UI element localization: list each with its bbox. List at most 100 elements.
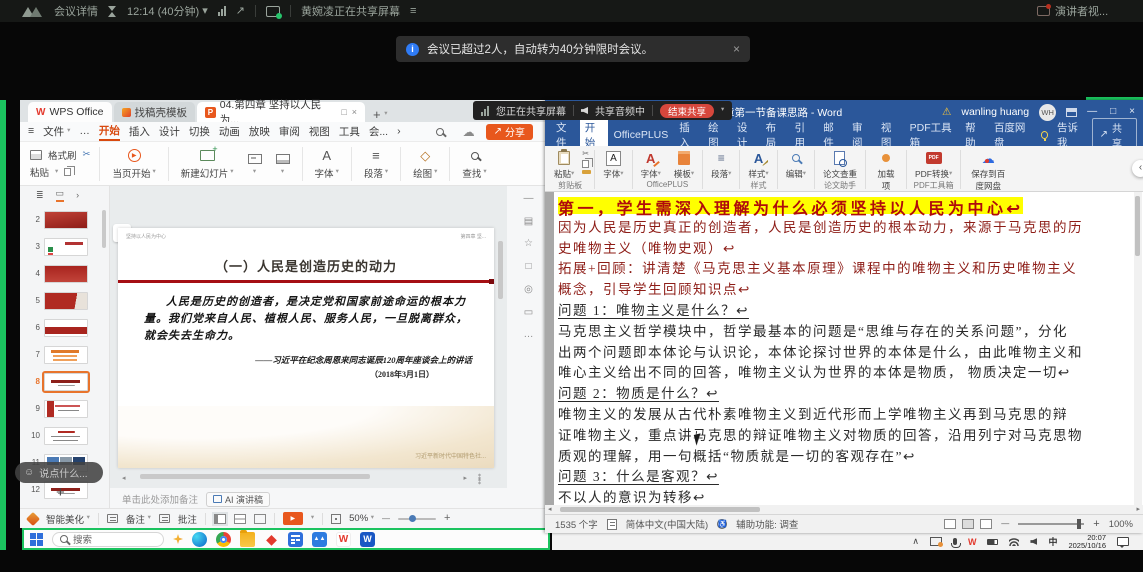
volume-icon[interactable] (1030, 538, 1037, 545)
wps-menu-item[interactable]: 切换 (189, 124, 210, 139)
word-horizontal-scrollbar[interactable] (545, 505, 1143, 514)
properties-icon[interactable]: ▤ (524, 216, 533, 227)
clock[interactable]: 20:07 2025/10/16 (1068, 534, 1106, 550)
paste-button[interactable]: 粘贴 (549, 148, 579, 180)
document-line[interactable]: 概念，引导学生回顾知识点↩ (558, 278, 1136, 299)
grid-view-icon[interactable] (234, 514, 246, 524)
zoom-level[interactable]: 100% (1109, 519, 1133, 530)
ribbon-display-options-icon[interactable] (1066, 108, 1077, 117)
search-icon[interactable] (436, 128, 444, 136)
format-painter-icon[interactable] (582, 170, 591, 174)
slide-body-text[interactable]: 人民是历史的创造者，是决定党和国家前途命运的根本力量。我们党来自人民、植根人民、… (144, 294, 474, 345)
wps-file-menu[interactable]: 文件 (43, 124, 70, 139)
minimize-icon[interactable] (1087, 107, 1097, 117)
smart-beautify-button[interactable]: 智能美化 (46, 512, 90, 526)
slide-thumbnail[interactable]: 9 (20, 395, 106, 422)
zoom-out-icon[interactable] (1001, 520, 1009, 528)
slide-vertical-scrollbar[interactable] (498, 241, 503, 299)
stop-sharing-button[interactable]: 结束共享 (660, 104, 714, 118)
addin-button[interactable]: 加载项 (869, 148, 903, 192)
read-mode-icon[interactable] (944, 519, 956, 529)
web-layout-icon[interactable] (980, 519, 992, 529)
wps-menu-item[interactable]: 动画 (219, 124, 240, 139)
officeplus-font-button[interactable]: A字体 (636, 148, 666, 180)
color-icon[interactable]: ◎ (524, 284, 533, 295)
copy-icon[interactable] (64, 168, 71, 176)
slide-thumbnail[interactable]: 5 (20, 287, 106, 314)
zoom-level[interactable]: 50% (349, 513, 374, 524)
language-status[interactable]: 简体中文(中国大陆) (626, 517, 708, 531)
document-line[interactable]: 不以人的意识为转移↩ (558, 486, 1136, 505)
slide-thumbnail[interactable]: 6 (20, 314, 106, 341)
zoom-in-icon[interactable] (1093, 519, 1099, 530)
scroll-left-icon[interactable] (122, 475, 126, 482)
paper-check-button[interactable]: 论文查重 (818, 148, 862, 180)
paste-button[interactable]: 粘贴 (30, 165, 49, 179)
favorites-icon[interactable] (524, 239, 533, 249)
wps-document-tab[interactable]: P04.第四章 坚持以人民为... (197, 102, 365, 122)
tray-expand-icon[interactable] (912, 537, 919, 546)
windows-start-icon[interactable] (30, 533, 43, 546)
ime-indicator[interactable]: 中 (1048, 535, 1057, 548)
paragraph-button[interactable]: ≡段落 (706, 148, 736, 180)
word-taskbar-icon[interactable]: W (360, 532, 375, 547)
wps-tray-icon[interactable]: W (968, 537, 977, 547)
style-button[interactable]: A样式 (743, 148, 773, 180)
slide-thumbnail[interactable]: 3 (20, 233, 106, 260)
ai-speech-button[interactable]: AI 演讲稿 (206, 492, 270, 507)
draw-dropdown[interactable]: ◇绘图 (406, 148, 444, 180)
wps-share-button[interactable]: 分享 (486, 124, 533, 140)
scrollbar-thumb[interactable] (560, 507, 760, 512)
slide-thumbnail[interactable]: 8 (20, 368, 106, 395)
wps-menu-item[interactable]: 设计 (159, 124, 180, 139)
word-count[interactable]: 1535 个字 (555, 517, 598, 531)
collapse-panel-icon[interactable] (524, 194, 534, 204)
edge-icon[interactable] (192, 532, 207, 547)
slide-thumbnail[interactable]: 4 (20, 260, 106, 287)
member-list-icon[interactable] (410, 6, 416, 17)
format-painter-icon[interactable] (30, 150, 42, 160)
document-line[interactable]: 问题 2：物质是什么？↩ (558, 382, 1136, 403)
normal-view-icon[interactable] (214, 514, 226, 524)
ribbon-collapse-button[interactable] (1132, 160, 1143, 177)
wps-taskbar-icon[interactable]: W (336, 532, 351, 547)
wps-home-tab[interactable]: WWPS Office (28, 102, 112, 122)
pdf-convert-button[interactable]: PDF转换 (910, 148, 957, 180)
close-icon[interactable] (733, 43, 740, 55)
document-line[interactable]: 唯心主义给出不同的回答，唯物主义认为世界的本体是物质， 物质决定一切↩ (558, 361, 1136, 382)
network-signal-icon[interactable] (218, 6, 226, 16)
scroll-right-icon[interactable] (463, 475, 467, 482)
wps-menu-item[interactable]: 放映 (249, 124, 270, 139)
close-icon[interactable] (1129, 107, 1135, 117)
more-menu-icon[interactable] (79, 126, 90, 137)
record-status-icon[interactable] (266, 6, 280, 17)
cut-icon[interactable] (582, 150, 591, 158)
scroll-right-icon[interactable] (1136, 506, 1140, 513)
zoom-out-icon[interactable] (382, 515, 390, 523)
document-line[interactable]: 质观的理解，用一句概括“物质就是一切的客观存在”↩ (558, 445, 1136, 466)
paragraph-dropdown[interactable]: 段落 (357, 148, 395, 180)
find-dropdown[interactable]: 查找 (455, 148, 493, 180)
document-line[interactable]: 问题 3：什么是客观？↩ (558, 465, 1136, 486)
notes-panel-icon[interactable]: ▭ (524, 307, 533, 318)
slide-canvas[interactable]: 坚持以人民为中心 第四章 坚... （一）人民是创造历史的动力 人民是历史的创造… (118, 228, 494, 468)
wps-menu-item[interactable]: 审阅 (279, 124, 300, 139)
document-scrollbar-track[interactable] (1134, 192, 1142, 505)
slide-thumbnail[interactable]: 10 (20, 422, 106, 449)
document-line[interactable]: 因为人民是历史真正的创造者，人民是创造历史的根本动力，来源于马克思的历 (558, 216, 1136, 237)
document-line[interactable]: 出两个问题即本体论与认识论，本体论探讨世界的本体是什么，由此唯物主义和 (558, 341, 1136, 362)
word-document-area[interactable]: 第一，学生需深入理解为什么必须坚持以人民为中心↩因为人民是历史真正的创造者，人民… (545, 192, 1143, 505)
format-painter-label[interactable]: 格式刷 (48, 148, 77, 162)
document-line[interactable]: 史唯物主义（唯物史观）↩ (558, 237, 1136, 258)
add-slide-button[interactable] (56, 485, 65, 500)
battery-icon[interactable] (987, 539, 998, 545)
pop-out-icon[interactable] (236, 6, 245, 17)
copilot-sparkle-icon[interactable] (173, 534, 183, 544)
app-diamond-icon[interactable]: ◆ (264, 532, 279, 547)
outline-view-icon[interactable]: ≣ (36, 190, 44, 201)
calculator-icon[interactable] (288, 532, 303, 547)
zoom-in-icon[interactable] (444, 513, 450, 524)
comment-button[interactable]: 批注 (178, 512, 197, 526)
wps-menu-item[interactable]: 开始 (99, 123, 120, 141)
notes-placeholder[interactable]: 单击此处添加备注 (122, 492, 198, 506)
